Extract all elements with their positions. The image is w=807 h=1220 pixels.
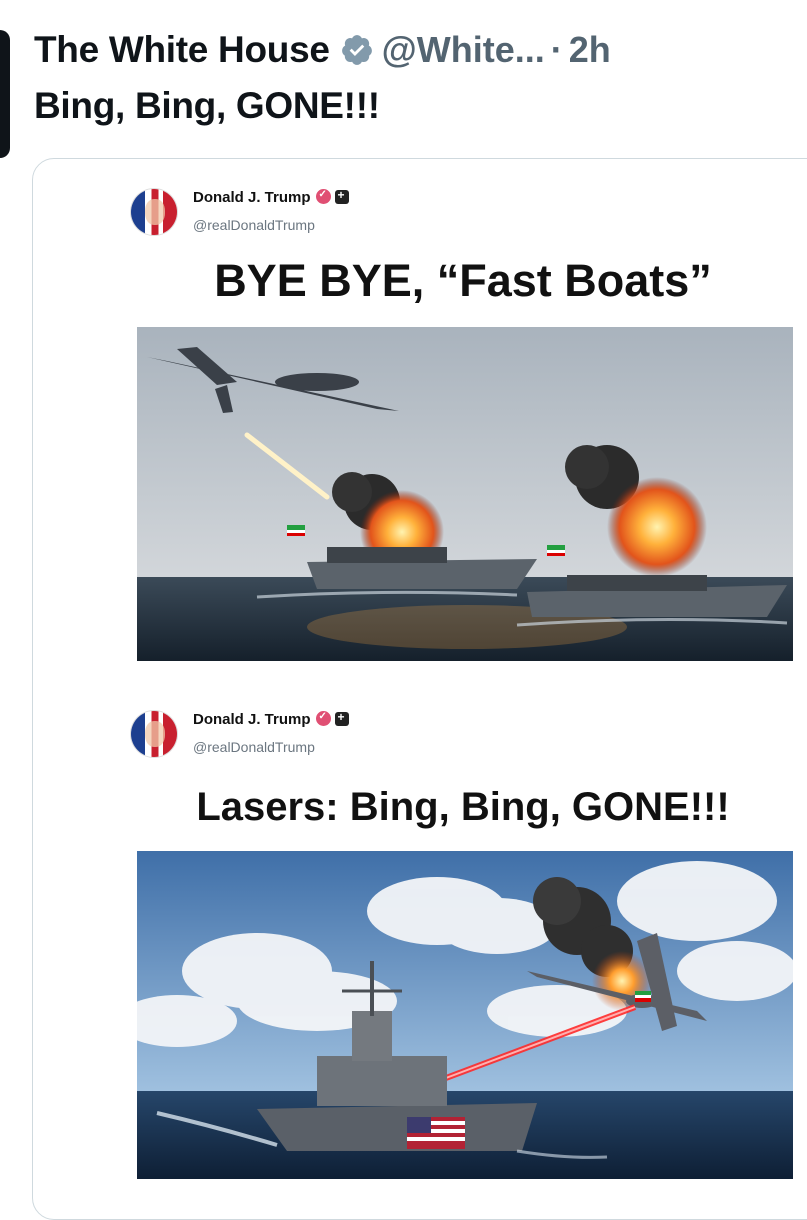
- post-author-handle: @realDonaldTrump: [193, 217, 315, 233]
- pink-verified-icon: [315, 189, 331, 204]
- author-name[interactable]: The White House: [34, 29, 330, 71]
- avatar: [131, 711, 177, 757]
- post-author-name-text: Donald J. Trump: [193, 711, 311, 728]
- plus-badge-icon: [334, 710, 349, 726]
- post-author-handle: @realDonaldTrump: [193, 739, 315, 755]
- author-handle[interactable]: @White...: [382, 29, 545, 71]
- timestamp[interactable]: 2h: [569, 29, 611, 71]
- post-author-name: Donald J. Trump: [193, 710, 349, 728]
- post-author-name: Donald J. Trump: [193, 188, 349, 206]
- warship-laser-image: [137, 851, 793, 1179]
- post-headline: BYE BYE, “Fast Boats”: [214, 255, 712, 306]
- post-headline: Lasers: Bing, Bing, GONE!!!: [196, 785, 730, 829]
- pink-verified-icon: [315, 711, 331, 726]
- left-accent-bar: [0, 30, 10, 158]
- separator-dot: ·: [550, 29, 563, 70]
- plus-badge-icon: [334, 188, 349, 204]
- verified-badge-icon: [340, 33, 374, 67]
- avatar: [131, 189, 177, 235]
- media-card[interactable]: Donald J. Trump @realDonaldTrump BYE BYE…: [32, 158, 807, 1220]
- tweet-header: The White House @White... · 2h: [34, 24, 807, 76]
- post-author-name-text: Donald J. Trump: [193, 189, 311, 206]
- drone-boats-image: [137, 327, 793, 661]
- tweet-text: Bing, Bing, GONE!!!: [34, 85, 380, 126]
